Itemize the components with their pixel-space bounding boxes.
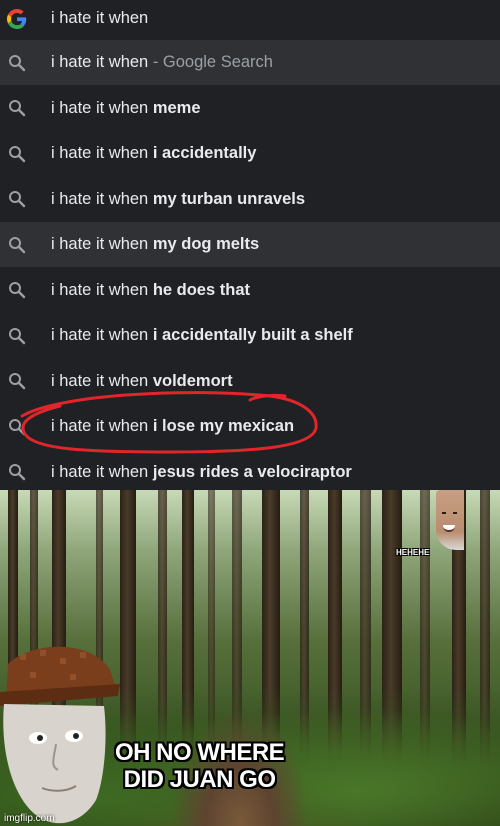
suggestion-text: i hate it when he does that	[51, 281, 250, 300]
suggestion-completion: i accidentally	[152, 144, 257, 162]
suggestion-item[interactable]: i hate it when my dog melts	[0, 222, 500, 267]
red-circle-annotation	[20, 391, 318, 454]
suggestion-prefix: i hate it when	[51, 371, 153, 390]
suggestion-completion: i accidentally built a shelf	[152, 326, 353, 344]
suggestion-completion: jesus rides a velociraptor	[152, 462, 352, 481]
search-icon	[9, 282, 26, 299]
suggestion-item[interactable]: i hate it when he does that	[0, 268, 500, 313]
imgflip-watermark: imgflip.com	[4, 813, 55, 824]
suggestion-completion: my turban unravels	[152, 189, 306, 208]
suggestion-completion: my dog melts	[152, 235, 260, 253]
suggestion-item[interactable]: i hate it when i accidentally built a sh…	[0, 313, 500, 358]
caption-line-1: OH NO WHERE	[115, 739, 285, 766]
search-icon	[9, 145, 26, 162]
caption-line-2: DID JUAN GO	[123, 766, 276, 793]
suggestion-item[interactable]: i hate it when i accidentally	[0, 131, 500, 176]
suggestion-prefix: i hate it when	[51, 53, 149, 71]
meme-man-head	[0, 646, 120, 824]
suggestion-text: i hate it when meme	[51, 99, 201, 118]
suggestion-text: i hate it when i accidentally built a sh…	[51, 326, 353, 345]
search-icon	[9, 100, 26, 117]
suggestion-text: i hate it when voldemort	[51, 372, 233, 391]
suggestion-text: i hate it when - Google Search	[51, 53, 273, 72]
peeking-face	[436, 490, 464, 550]
suggestion-item[interactable]: i hate it when my turban unravels	[0, 177, 500, 222]
meme-caption: OH NO WHERE DID JUAN GO	[115, 739, 285, 793]
hehehe-text: HEHEHE	[396, 548, 430, 557]
forest-meme-image: HEHEHE OH NO WHERE DID JUAN GO imgflip.c…	[0, 490, 500, 826]
suggestion-prefix: i hate it when	[51, 326, 153, 344]
suggestion-text: i hate it when my turban unravels	[51, 190, 305, 209]
suggestion-completion: meme	[152, 98, 201, 117]
search-icon	[9, 236, 26, 253]
search-icon	[9, 373, 26, 390]
search-input[interactable]: i hate it when	[51, 9, 148, 28]
search-icon	[9, 191, 26, 208]
search-icon	[9, 464, 26, 481]
suggestion-text: i hate it when jesus rides a velocirapto…	[51, 463, 352, 482]
suggestion-prefix: i hate it when	[51, 189, 153, 208]
suggestion-item[interactable]: i hate it when - Google Search	[0, 40, 500, 85]
google-g-icon	[7, 8, 27, 29]
suggestion-completion: voldemort	[152, 371, 233, 390]
suggestion-text: i hate it when my dog melts	[51, 235, 259, 254]
suggestion-prefix: i hate it when	[51, 144, 153, 162]
suggestion-suffix: - Google Search	[148, 53, 273, 71]
suggestion-text: i hate it when i accidentally	[51, 144, 256, 163]
suggestion-item[interactable]: i hate it when meme	[0, 86, 500, 131]
suggestion-prefix: i hate it when	[51, 280, 153, 299]
suggestion-completion: he does that	[152, 280, 250, 299]
suggestion-prefix: i hate it when	[51, 462, 153, 481]
search-panel: i hate it when i hate it when - Google S…	[0, 0, 500, 490]
search-input-row[interactable]: i hate it when	[0, 0, 500, 41]
search-icon	[9, 327, 26, 344]
search-icon	[9, 54, 26, 71]
suggestion-prefix: i hate it when	[51, 235, 153, 253]
suggestion-prefix: i hate it when	[51, 98, 153, 117]
